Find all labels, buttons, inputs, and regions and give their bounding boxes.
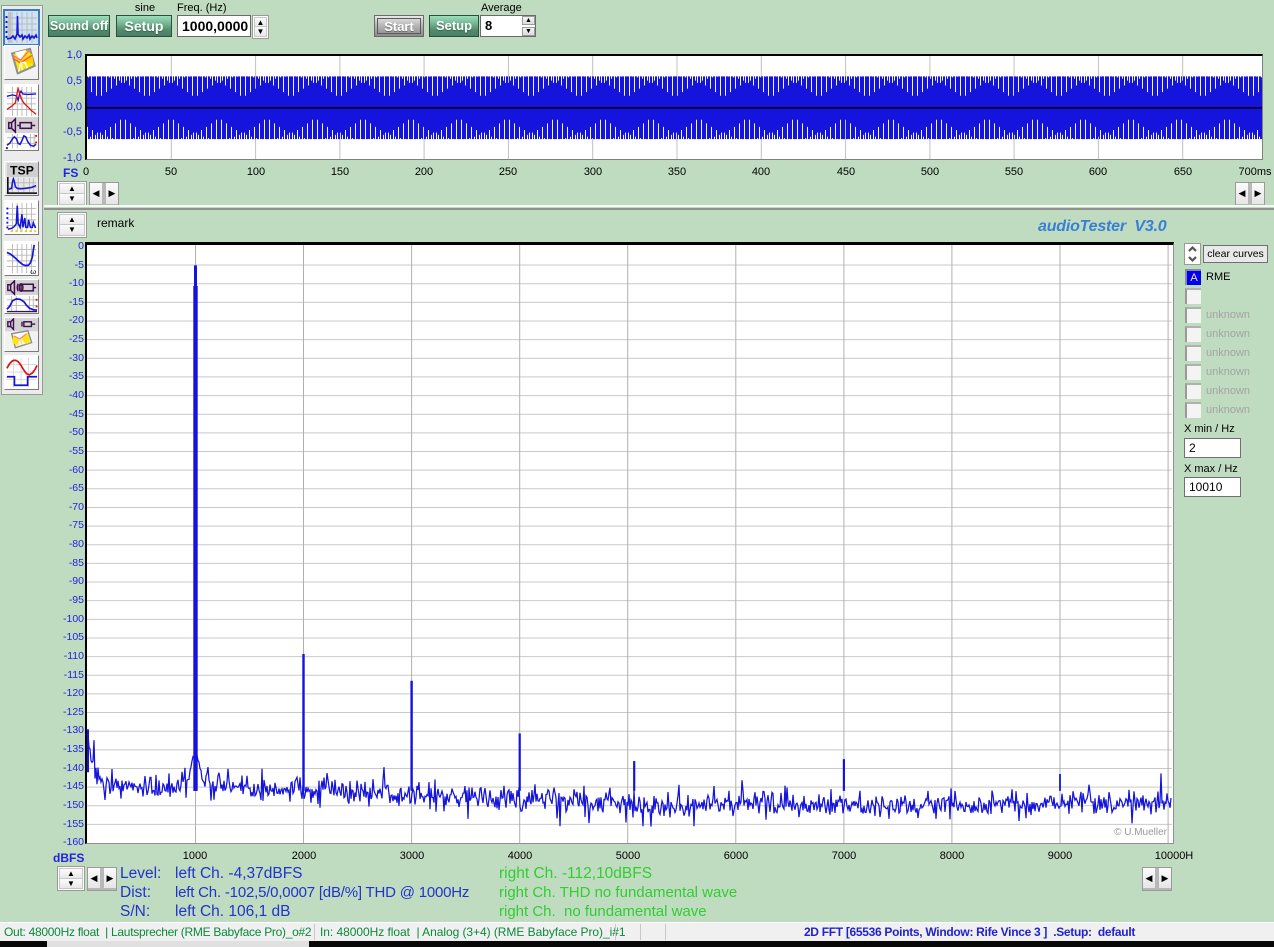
svg-text:TSP: TSP [10,163,34,177]
